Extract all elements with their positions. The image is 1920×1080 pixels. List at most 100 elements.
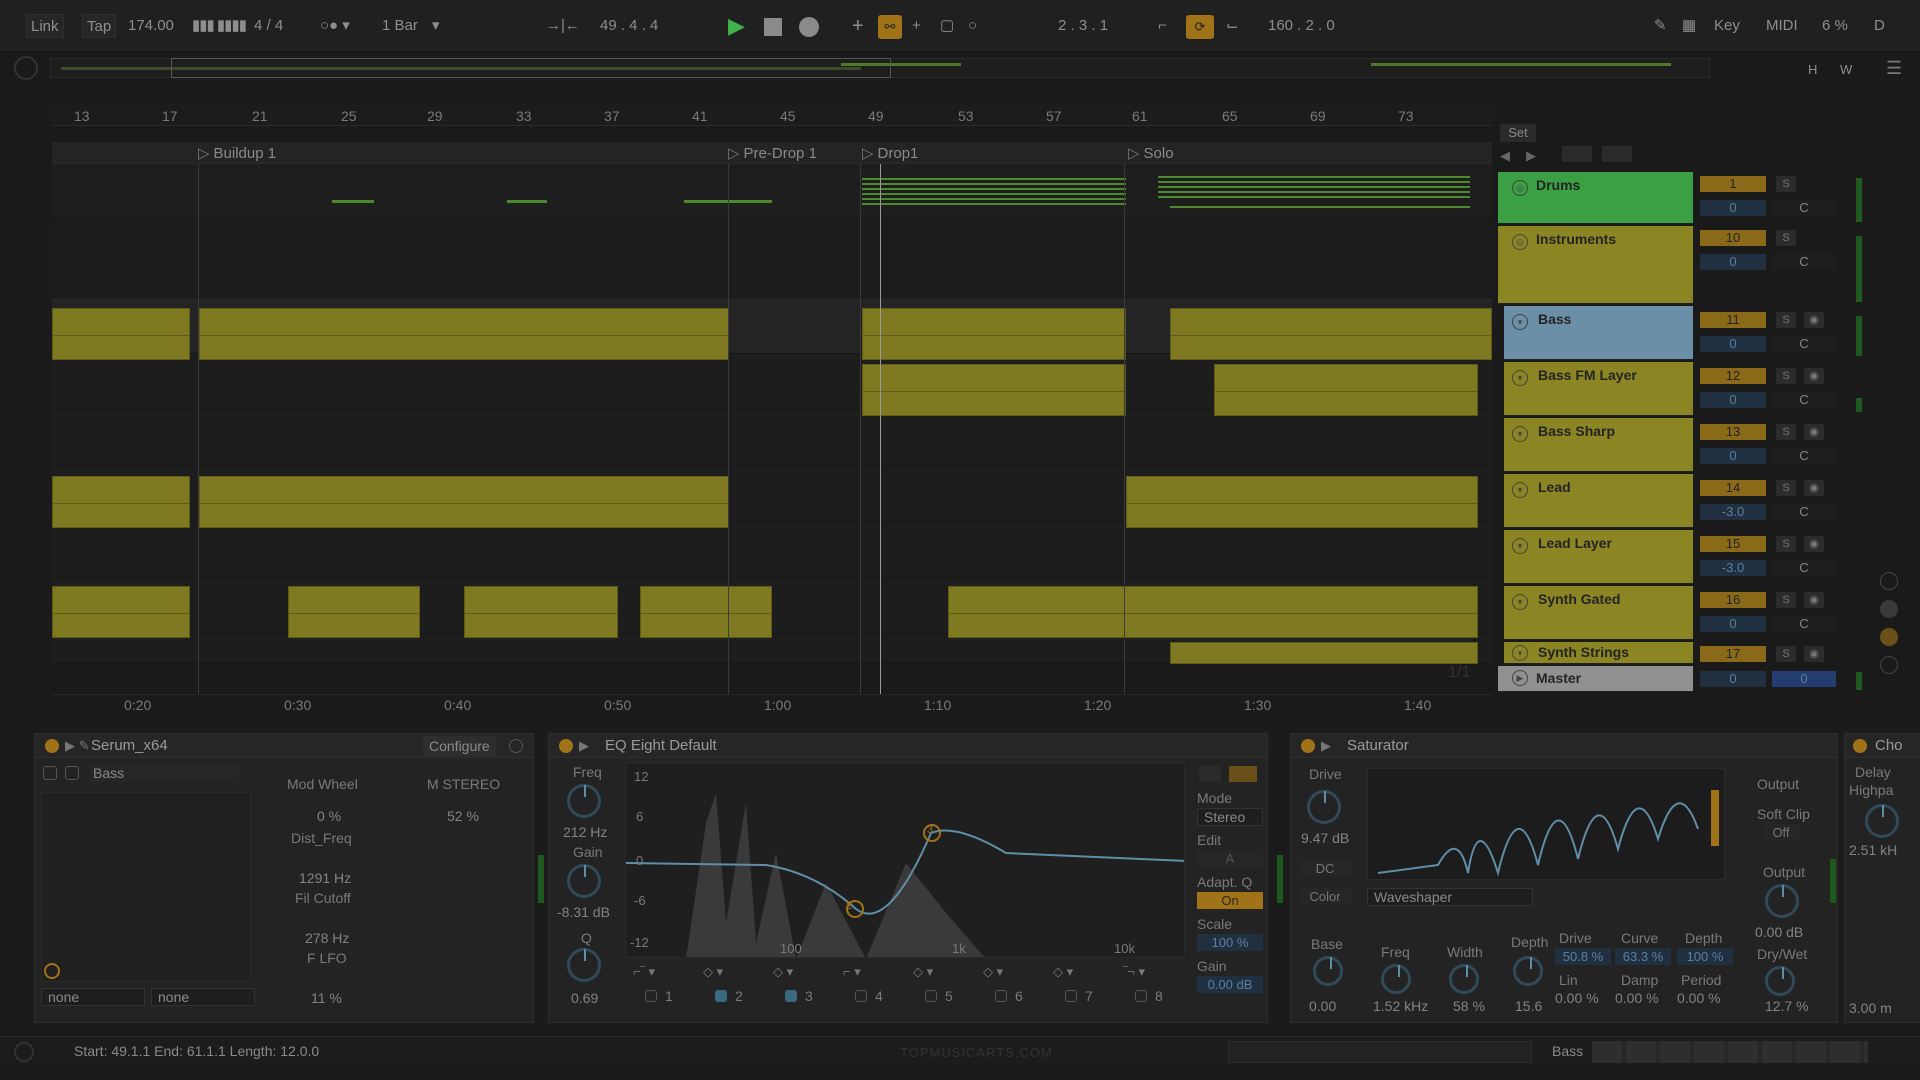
clip[interactable] [199,476,729,528]
pan-field[interactable]: C [1772,616,1836,632]
hot-swap-icon[interactable] [509,739,523,753]
device-on-icon[interactable] [1853,739,1867,753]
device-eq-eight[interactable]: EQ Eight Default ▶ Freq 212 Hz Gain -8.3… [548,733,1268,1023]
punch-out-icon[interactable]: ⌙ [1226,14,1239,38]
track-name[interactable]: Lead [1538,479,1571,495]
track-instruments[interactable]: ◎ Instruments [1498,226,1693,304]
edit-select[interactable]: A [1197,850,1263,867]
drum-clip[interactable] [862,178,1126,208]
arm-icon[interactable]: ◉ [1804,646,1824,662]
param-value[interactable]: 0.00 dB [1755,924,1803,940]
song-position-field[interactable]: 49 . 4 . 4 [600,14,658,38]
group-fold-icon[interactable]: ◎ [1512,180,1528,196]
track-name[interactable]: Bass FM Layer [1538,367,1637,383]
session-record-icon[interactable]: ○ [968,14,977,38]
volume-field[interactable]: -3.0 [1700,504,1766,520]
band-1-filter-icon[interactable]: ⌐‾ ▾ [633,964,689,980]
clip[interactable] [1170,642,1478,664]
param-value[interactable]: 0.00 [1309,998,1336,1014]
locator-lane[interactable]: Buildup 1 Pre-Drop 1 Drop1 Solo [52,142,1492,164]
beat-time-ruler[interactable]: 13 17 21 25 29 33 37 41 45 49 53 57 61 6… [52,104,1492,126]
track-synth-strings[interactable]: ▾ Synth Strings [1504,642,1693,664]
arrangement-overview[interactable] [50,58,1710,78]
q-knob[interactable] [567,948,601,982]
solo-button[interactable]: S [1776,480,1796,496]
quantize-chevron-icon[interactable]: ▾ [432,14,440,38]
track-name[interactable]: Bass Sharp [1538,423,1615,439]
expand-icon[interactable]: ▶ ✎ [65,738,90,754]
solo-button[interactable]: S [1776,312,1796,328]
loop-length-field[interactable]: 160 . 2 . 0 [1268,14,1335,38]
solo-button[interactable]: S [1776,230,1796,246]
track-activator[interactable]: 15 [1700,536,1766,552]
spectrum-toggle-icon[interactable] [1229,766,1257,782]
device-fold-icon[interactable]: ▾ [1512,426,1528,442]
base-knob[interactable] [1313,956,1343,986]
solo-button[interactable]: S [1776,536,1796,552]
ws-curve-field[interactable]: 63.3 % [1615,948,1671,965]
device-fold-icon[interactable]: ▾ [1512,645,1528,661]
output-knob[interactable] [1765,884,1799,918]
device-fold-icon[interactable]: ▾ [1512,594,1528,610]
volume-field[interactable]: 0 [1700,200,1766,216]
configure-button[interactable]: Configure [423,736,496,756]
track-activator[interactable]: 1 [1700,176,1766,192]
macro-value[interactable]: 278 Hz [305,930,349,946]
adaptive-q-toggle[interactable]: On [1197,892,1263,909]
device-serum[interactable]: Serum_x64 ▶ ✎ Configure Bass Mod Wheel 0… [34,733,534,1023]
track-synth-gated[interactable]: ▾ Synth Gated [1504,586,1693,640]
band-3-filter-icon[interactable]: ◇ ▾ [773,964,829,980]
gain-knob[interactable] [567,864,601,898]
band-6-filter-icon[interactable]: ◇ ▾ [983,964,1039,980]
clip[interactable] [52,586,190,638]
band-4-toggle[interactable] [855,990,867,1002]
lane-master[interactable] [52,664,1492,694]
param-value[interactable]: 58 % [1453,998,1485,1014]
clip[interactable] [1170,308,1492,360]
pan-field[interactable]: C [1772,392,1836,408]
band-6-toggle[interactable] [995,990,1007,1002]
track-name[interactable]: Instruments [1536,231,1616,247]
midi-map-button[interactable]: MIDI [1766,14,1798,38]
band-7-toggle[interactable] [1065,990,1077,1002]
cue-volume-field[interactable]: 0 [1772,671,1836,687]
freq-knob[interactable] [567,784,601,818]
device-fold-icon[interactable]: ▾ [1512,538,1528,554]
clip[interactable] [1126,476,1478,528]
computer-keyboard-icon[interactable]: ▦ [1682,14,1696,38]
macro-value[interactable]: 1291 Hz [299,870,351,886]
scale-field[interactable]: 100 % [1197,934,1263,951]
volume-field[interactable]: 0 [1700,616,1766,632]
track-name[interactable]: Bass [1538,311,1571,327]
clip[interactable] [288,586,420,638]
ws-depth-field[interactable]: 100 % [1677,948,1733,965]
drum-clip[interactable] [1170,206,1470,208]
xy-pad[interactable] [41,792,251,982]
param-value[interactable]: 212 Hz [563,824,607,840]
volume-field[interactable]: 0 [1700,336,1766,352]
solo-button[interactable]: S [1776,646,1796,662]
param-value[interactable]: 9.47 dB [1301,830,1349,846]
time-ruler[interactable]: 0:20 0:30 0:40 0:50 1:00 1:10 1:20 1:30 … [52,694,1492,714]
track-bass[interactable]: ▾ Bass [1504,306,1693,360]
clip[interactable] [1214,364,1478,416]
preset-name[interactable]: Bass [89,764,239,782]
clip[interactable] [464,586,618,638]
lane-instruments[interactable] [52,218,1492,298]
device-chain-overview[interactable] [1592,1041,1868,1063]
pan-field[interactable]: C [1772,448,1836,464]
tap-button[interactable]: Tap [82,14,117,38]
returns-toggle-icon[interactable] [1880,600,1898,618]
locator-drop[interactable]: Drop1 [862,144,919,162]
track-activator[interactable]: 16 [1700,592,1766,608]
arm-icon[interactable]: ◉ [1804,536,1824,552]
io-toggle-icon[interactable] [1880,572,1898,590]
arm-icon[interactable]: ◉ [1804,592,1824,608]
ws-damp-field[interactable]: 0.00 % [1615,990,1659,1006]
pan-field[interactable]: C [1772,336,1836,352]
tempo-field[interactable]: 174.00 [128,14,174,38]
drum-clip[interactable] [1158,176,1470,198]
track-activator[interactable]: 14 [1700,480,1766,496]
nudge-icon[interactable]: ▮▮▮ ▮▮▮▮ [192,14,247,38]
band-8-toggle[interactable] [1135,990,1147,1002]
